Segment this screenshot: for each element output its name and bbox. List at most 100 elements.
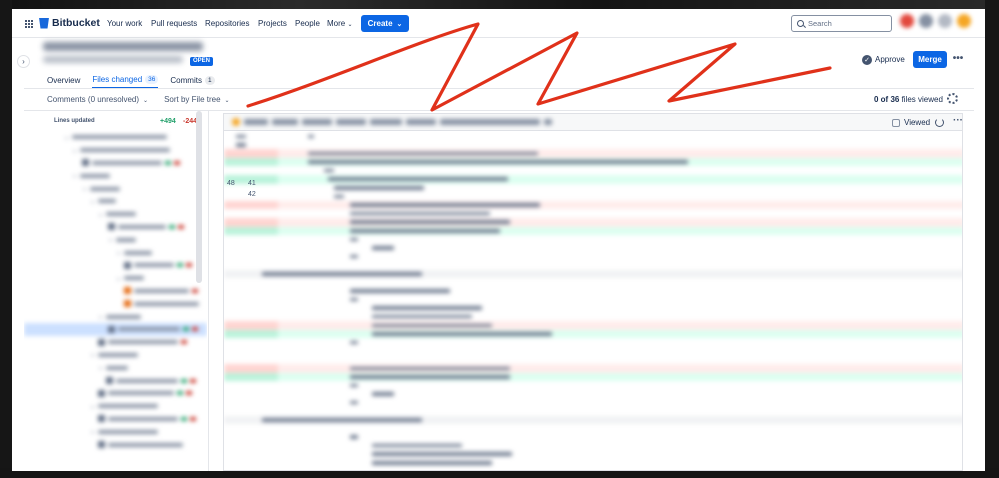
tree-row[interactable] [24, 387, 207, 400]
tree-row[interactable]: ⌄ [24, 400, 207, 413]
search-icon [797, 20, 804, 27]
diff-file-header: Viewed ··· [224, 114, 962, 131]
tree-row[interactable]: ⌄ [24, 361, 207, 374]
tree-row[interactable]: ⌄ [24, 144, 207, 157]
tab-label: Overview [47, 75, 81, 85]
tree-row[interactable]: ⌄ [24, 182, 207, 195]
files-viewed-suffix: files viewed [901, 95, 943, 104]
tree-row[interactable] [24, 259, 207, 272]
more-actions-button[interactable]: ••• [951, 51, 965, 68]
nav-more[interactable]: More ⌄ [327, 19, 353, 28]
file-tree: Lines updated +494 -244 ⌄ ⌄ ⌄ ⌄ ⌄ ⌄ ⌄ ⌄ … [24, 111, 207, 471]
line-number-new[interactable]: 41 [248, 180, 256, 187]
lines-updated-label: Lines updated [54, 118, 95, 124]
expand-sidebar-button[interactable]: › [17, 55, 30, 68]
create-button[interactable]: Create ⌄ [361, 15, 409, 32]
tree-row[interactable]: ⌄ [24, 425, 207, 438]
screen-bezel-right [985, 0, 999, 478]
file-tree-rows-redacted: ⌄ ⌄ ⌄ ⌄ ⌄ ⌄ ⌄ ⌄ ⌄ ⌄ ⌄ ⌄ ⌄ ⌄ [24, 131, 207, 451]
tree-row[interactable]: ⌄ [24, 131, 207, 144]
additions-count: +494 [160, 118, 176, 125]
settings-icon[interactable] [938, 14, 952, 28]
files-viewed-counter: 0 of 36 files viewed [874, 95, 943, 104]
viewed-toggle[interactable]: Viewed [892, 118, 930, 127]
help-icon[interactable] [919, 14, 933, 28]
tab-commits[interactable]: Commits 1 [170, 71, 215, 89]
tree-row[interactable] [24, 374, 207, 387]
tree-row[interactable]: ⌄ [24, 310, 207, 323]
tab-overview[interactable]: Overview [47, 71, 80, 89]
logo-text: Bitbucket [52, 17, 100, 29]
create-label: Create [367, 19, 393, 28]
tree-row-selected[interactable] [24, 322, 207, 336]
file-path-redacted [232, 118, 622, 126]
chevron-down-icon: ⌄ [143, 98, 149, 104]
nav-your-work[interactable]: Your work [107, 19, 142, 28]
deletions-count: -244 [183, 118, 198, 125]
refresh-icon[interactable] [935, 118, 944, 127]
tree-row[interactable] [24, 297, 207, 310]
pr-title-redacted [43, 42, 203, 51]
tree-row[interactable]: ⌄ [24, 208, 207, 221]
nav-more-label: More [327, 19, 346, 28]
merge-button[interactable]: Merge [913, 51, 947, 68]
top-navigation: Bitbucket Your work Pull requests Reposi… [12, 9, 985, 38]
tab-label: Files changed [92, 74, 143, 84]
search-input[interactable]: Search [791, 15, 892, 32]
comments-filter-dropdown[interactable]: Comments (0 unresolved) ⌄ [47, 95, 148, 104]
file-tree-divider[interactable] [208, 111, 209, 471]
tree-row[interactable] [24, 221, 207, 234]
pr-branch-meta-redacted [43, 56, 183, 63]
tree-row[interactable] [24, 413, 207, 426]
tree-row[interactable]: ⌄ [24, 169, 207, 182]
tree-row[interactable] [24, 157, 207, 170]
tree-row[interactable]: ⌄ [24, 195, 207, 208]
diff-more-icon[interactable]: ··· [953, 115, 962, 126]
tree-row[interactable]: ⌄ [24, 349, 207, 362]
viewed-checkbox[interactable] [892, 118, 900, 127]
nav-pull-requests[interactable]: Pull requests [151, 19, 197, 28]
sort-label: Sort by File tree [164, 95, 221, 104]
chevron-down-icon: ⌄ [347, 22, 353, 28]
line-number-new[interactable]: 42 [248, 191, 256, 198]
nav-repositories[interactable]: Repositories [205, 19, 249, 28]
viewed-label: Viewed [904, 118, 931, 127]
bitbucket-logo[interactable]: Bitbucket [39, 17, 100, 29]
chevron-down-icon: ⌄ [224, 98, 230, 104]
check-circle-icon: ✓ [862, 54, 872, 65]
diff-body-redacted [224, 132, 962, 470]
tree-row[interactable] [24, 285, 207, 298]
avatar[interactable] [957, 14, 971, 28]
tab-files-changed[interactable]: Files changed 36 [92, 71, 159, 89]
screen-bezel-left [0, 0, 12, 478]
bitbucket-app: Bitbucket Your work Pull requests Reposi… [12, 9, 985, 471]
gear-icon[interactable] [947, 93, 958, 104]
tab-count: 36 [145, 74, 159, 84]
tree-row[interactable]: ⌄ [24, 246, 207, 259]
line-number-old[interactable]: 48 [227, 180, 235, 187]
comments-filter-label: Comments (0 unresolved) [47, 95, 140, 104]
approve-button[interactable]: ✓ Approve [858, 51, 909, 68]
pr-tabs: Overview Files changed 36 Commits 1 [47, 71, 215, 89]
sort-dropdown[interactable]: Sort by File tree ⌄ [164, 95, 230, 104]
tree-row[interactable]: ⌄ [24, 233, 207, 246]
approve-label: Approve [875, 55, 905, 64]
diff-filters: Comments (0 unresolved) ⌄ Sort by File tr… [47, 95, 230, 104]
nav-projects[interactable]: Projects [258, 19, 287, 28]
status-badge: OPEN [190, 57, 214, 66]
tree-row[interactable] [24, 438, 207, 451]
tree-row[interactable] [24, 336, 207, 349]
nav-people[interactable]: People [295, 19, 320, 28]
diff-panel: Viewed ··· [223, 113, 963, 471]
tree-row[interactable]: ⌄ [24, 272, 207, 285]
tab-label: Commits [170, 75, 202, 85]
search-placeholder: Search [808, 19, 832, 28]
tab-count: 1 [204, 75, 215, 85]
notifications-icon[interactable] [900, 14, 914, 28]
chevron-down-icon: ⌄ [396, 20, 403, 28]
file-tree-scrollbar[interactable] [196, 111, 202, 283]
app-switcher-icon[interactable] [24, 19, 33, 28]
bitbucket-logo-icon [39, 17, 49, 29]
files-viewed-count: 0 of 36 [874, 95, 900, 104]
top-right-icons [900, 14, 971, 28]
